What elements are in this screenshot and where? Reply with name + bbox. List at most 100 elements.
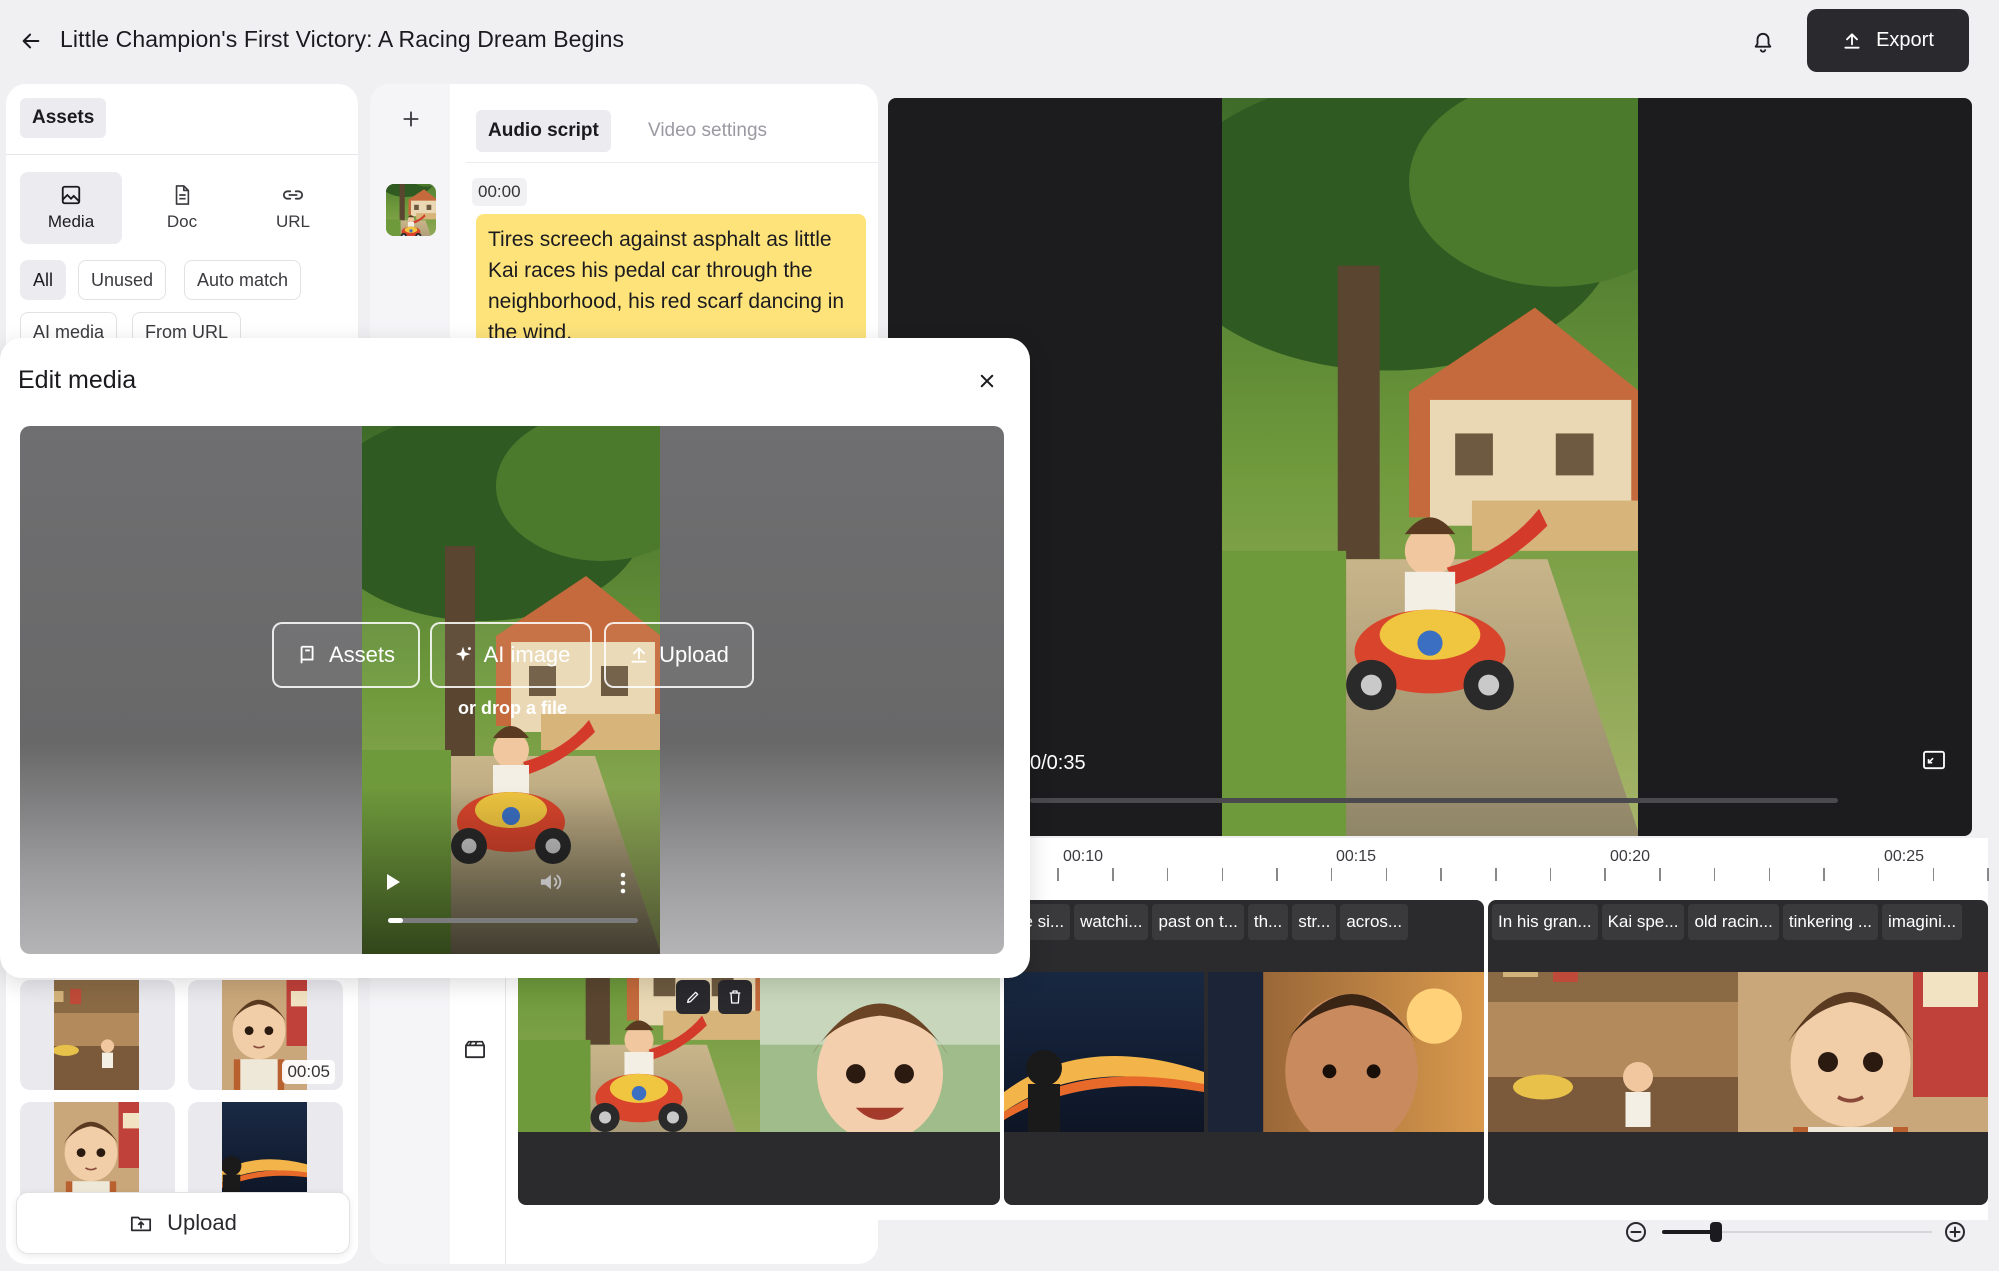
upload-file-button[interactable]: Upload xyxy=(604,622,754,688)
stage-button-label: AI image xyxy=(483,642,571,667)
ruler-label: 00:15 xyxy=(1336,848,1377,865)
tab-audio-script[interactable]: Audio script xyxy=(476,110,611,152)
divider xyxy=(466,162,878,163)
fullscreen-icon xyxy=(1923,750,1945,770)
media-drop-zone[interactable]: Assets AI image Upload or drop a file xyxy=(20,426,1004,954)
playback-time: 0/0:35 xyxy=(1030,752,1086,774)
clip-frame xyxy=(760,972,1000,1132)
ruler-tick xyxy=(1659,868,1661,881)
bell-icon xyxy=(1754,32,1772,53)
segment-label[interactable]: Kai spe... xyxy=(1601,904,1685,940)
add-scene-button[interactable] xyxy=(394,102,428,136)
scene-script-text[interactable]: Tires screech against asphalt as little … xyxy=(476,214,866,354)
tab-video-settings[interactable]: Video settings xyxy=(636,110,779,152)
scene-thumbnail[interactable] xyxy=(386,184,436,236)
ruler-tick xyxy=(1932,868,1935,881)
app-header: Little Champion's First Victory: A Racin… xyxy=(0,0,1999,82)
export-label: Export xyxy=(1876,29,1934,51)
upload-label: Upload xyxy=(167,1210,237,1235)
library-icon xyxy=(300,645,314,664)
video-preview[interactable]: 0/0:35 xyxy=(888,98,1972,836)
ruler-tick xyxy=(1495,868,1497,881)
timeline-clip[interactable]: he si... watchi... past on t... th... st… xyxy=(1004,900,1484,1205)
source-tab-media[interactable]: Media xyxy=(20,172,122,244)
zoom-in-button[interactable] xyxy=(1943,1220,1967,1244)
scene-image xyxy=(386,184,436,236)
assets-tab[interactable]: Assets xyxy=(20,98,107,138)
clip-frame xyxy=(1738,972,1988,1132)
notifications-button[interactable] xyxy=(1746,26,1780,60)
preview-frame xyxy=(1222,98,1638,836)
video-progress-track[interactable] xyxy=(388,918,638,923)
segment-label[interactable]: tinkering ... xyxy=(1782,904,1879,940)
timeline-ruler[interactable]: 00:10 00:15 00:20 00:25 xyxy=(888,838,1989,890)
clapperboard-icon xyxy=(465,1040,485,1059)
play-button[interactable] xyxy=(384,872,402,892)
segment-label[interactable]: old racin... xyxy=(1688,904,1779,940)
source-tab-doc[interactable]: Doc xyxy=(131,172,233,244)
scene-timestamp: 00:00 xyxy=(472,178,527,206)
clip-frame xyxy=(1004,972,1204,1132)
link-icon xyxy=(282,190,304,200)
video-controls-shade xyxy=(362,786,660,954)
delete-clip-button[interactable] xyxy=(718,980,752,1014)
zoom-slider-fill xyxy=(1662,1230,1716,1234)
segment-label[interactable]: imagini... xyxy=(1882,904,1963,940)
export-button[interactable]: Export xyxy=(1807,9,1969,72)
choose-from-assets-button[interactable]: Assets xyxy=(272,622,420,688)
ruler-label: 00:25 xyxy=(1884,848,1925,865)
ruler-tick xyxy=(1713,868,1716,881)
stage-button-label: Upload xyxy=(659,642,729,667)
edit-media-dialog: Edit media Assets AI image Upload or dro… xyxy=(0,338,1030,978)
zoom-in-icon xyxy=(1945,1222,1965,1242)
video-progress-fill xyxy=(388,918,403,923)
asset-thumbnail[interactable] xyxy=(20,980,175,1090)
segment-label[interactable]: str... xyxy=(1292,904,1337,940)
volume-button[interactable] xyxy=(538,872,562,892)
ruler-tick xyxy=(1987,868,1989,881)
ruler-tick xyxy=(1276,868,1278,881)
edit-clip-button[interactable] xyxy=(676,980,710,1014)
upload-icon xyxy=(1844,32,1860,49)
project-title[interactable]: Little Champion's First Victory: A Racin… xyxy=(60,26,624,53)
segment-label[interactable]: past on t... xyxy=(1152,904,1244,940)
upload-icon xyxy=(631,647,647,663)
filter-auto-match[interactable]: Auto match xyxy=(184,260,302,300)
ruler-tick xyxy=(1604,868,1606,881)
segment-label[interactable]: acros... xyxy=(1340,904,1409,940)
segment-label[interactable]: In his gran... xyxy=(1492,904,1598,940)
ruler-tick xyxy=(1221,868,1223,881)
ruler-tick xyxy=(1112,868,1114,881)
ai-image-button[interactable]: AI image xyxy=(430,622,592,688)
sparkle-icon xyxy=(455,646,471,662)
ruler-label: 00:10 xyxy=(1063,848,1104,865)
segment-label[interactable]: th... xyxy=(1247,904,1289,940)
clapperboard-button[interactable] xyxy=(464,1039,486,1059)
playback-progress-bar[interactable] xyxy=(1030,798,1838,803)
ruler-label: 00:20 xyxy=(1610,848,1651,865)
timeline-clip[interactable]: In his gran... Kai spe... old racin... t… xyxy=(1488,900,1988,1205)
close-button[interactable] xyxy=(972,366,1002,396)
zoom-out-button[interactable] xyxy=(1624,1220,1648,1244)
clip-segment-labels: he si... watchi... past on t... th... st… xyxy=(1004,904,1484,940)
clip-segment-labels: In his gran... Kai spe... old racin... t… xyxy=(1488,904,1988,940)
source-tab-label: Doc xyxy=(166,212,198,231)
upload-button[interactable]: Upload xyxy=(16,1192,350,1254)
ruler-tick xyxy=(1330,868,1333,881)
back-button[interactable] xyxy=(14,24,48,58)
dialog-title: Edit media xyxy=(18,366,137,394)
ruler-tick xyxy=(1877,868,1880,881)
fullscreen-button[interactable] xyxy=(1922,750,1946,770)
zoom-slider-handle[interactable] xyxy=(1710,1222,1722,1242)
more-options-button[interactable] xyxy=(620,872,626,894)
asset-thumbnail[interactable]: 00:05 xyxy=(188,980,343,1090)
filter-unused[interactable]: Unused xyxy=(78,260,167,300)
pencil-icon xyxy=(687,991,699,1003)
segment-label[interactable]: watchi... xyxy=(1074,904,1149,940)
plus-icon xyxy=(403,111,419,127)
ruler-tick xyxy=(1166,868,1169,881)
filter-all[interactable]: All xyxy=(20,260,67,300)
play-icon xyxy=(387,874,400,890)
source-tab-url[interactable]: URL xyxy=(242,172,344,244)
divider xyxy=(6,154,358,155)
